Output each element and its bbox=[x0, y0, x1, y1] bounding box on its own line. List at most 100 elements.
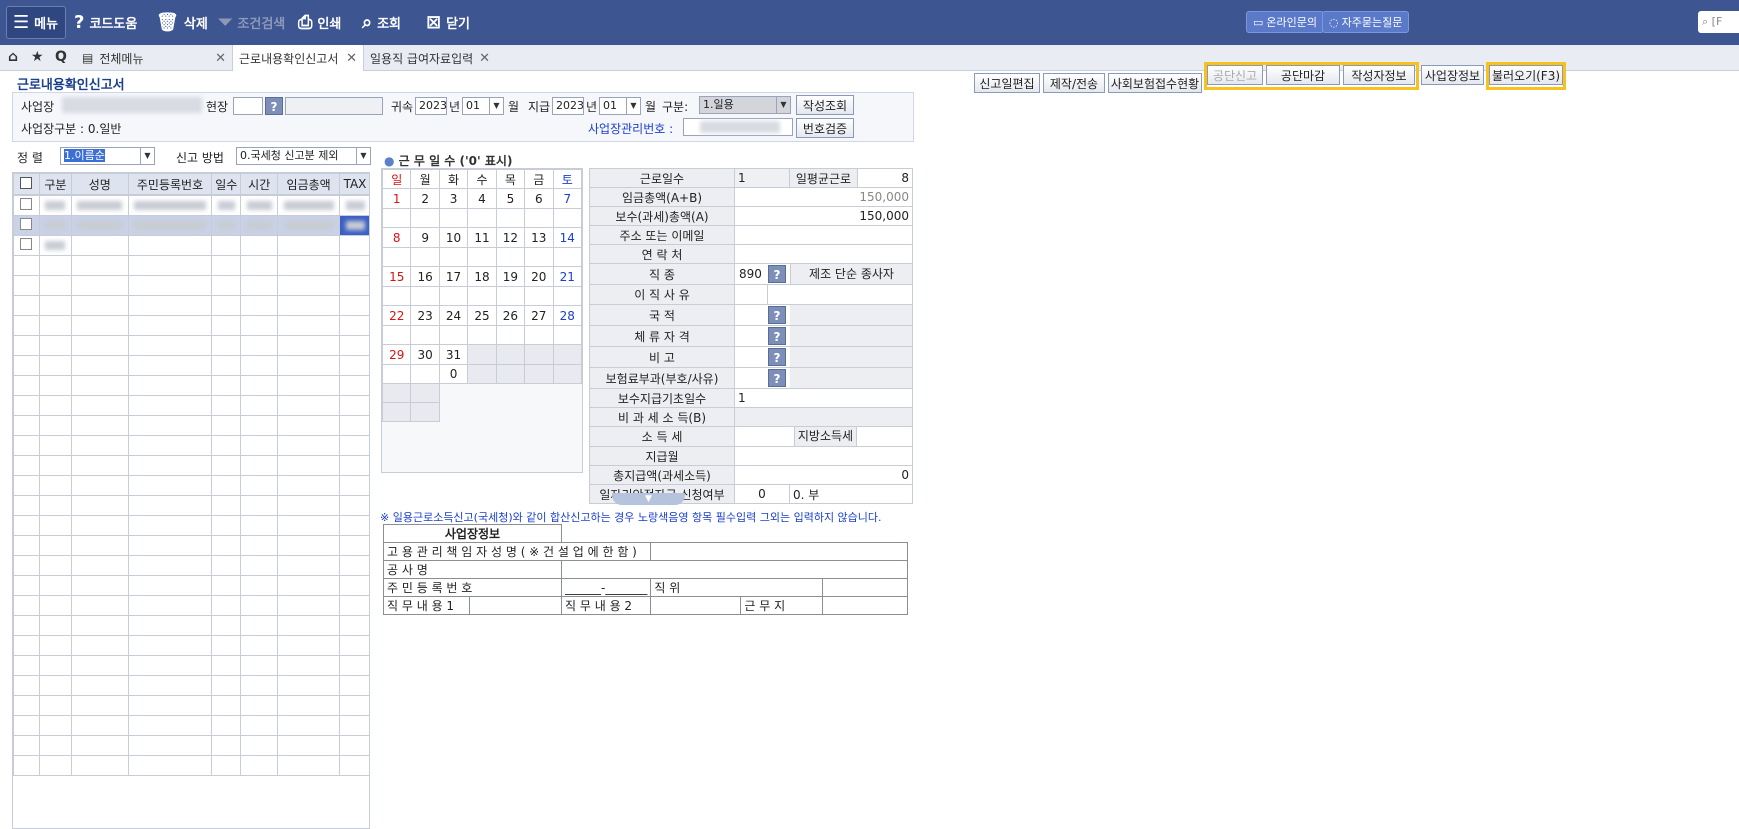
day-work-input[interactable] bbox=[410, 208, 440, 228]
table-row[interactable] bbox=[13, 715, 369, 736]
attr-year-input[interactable]: 2023 bbox=[415, 97, 447, 115]
condition-search-button[interactable]: ⏷ 조건검색 bbox=[218, 8, 285, 36]
close-icon[interactable]: ✕ bbox=[346, 51, 357, 66]
biz-name-field[interactable] bbox=[62, 97, 202, 113]
close-icon[interactable]: ✕ bbox=[479, 51, 490, 66]
star-icon[interactable]: ★ bbox=[31, 49, 44, 65]
table-row[interactable] bbox=[13, 455, 369, 476]
insurance-lookup-button[interactable]: ? bbox=[768, 369, 786, 387]
day-work-input[interactable] bbox=[410, 247, 440, 267]
home-icon[interactable]: ⌂ bbox=[8, 49, 18, 65]
load-button[interactable]: 불러오기(F3) bbox=[1489, 65, 1563, 85]
table-row[interactable] bbox=[13, 255, 369, 276]
day-work-input[interactable] bbox=[552, 325, 583, 345]
code-help-button[interactable]: ? 코드도움 bbox=[74, 8, 137, 36]
chevron-down-icon[interactable]: ▼ bbox=[626, 98, 640, 114]
faq-button[interactable]: ◌ 자주묻는질문 bbox=[1322, 11, 1410, 33]
position-input[interactable] bbox=[822, 578, 908, 597]
table-row[interactable] bbox=[13, 355, 369, 376]
table-row[interactable] bbox=[13, 755, 369, 776]
table-row[interactable] bbox=[13, 195, 369, 216]
writer-info-button[interactable]: 작성자정보 bbox=[1343, 65, 1415, 85]
duty1-input[interactable] bbox=[469, 596, 562, 615]
collapse-toggle[interactable]: ▼ bbox=[612, 493, 685, 505]
duty2-input[interactable] bbox=[650, 596, 742, 615]
table-row[interactable] bbox=[13, 435, 369, 456]
workplace-input[interactable] bbox=[822, 596, 908, 615]
table-row[interactable] bbox=[13, 475, 369, 496]
table-row[interactable] bbox=[13, 295, 369, 316]
note-lookup-button[interactable]: ? bbox=[768, 348, 786, 366]
row-checkbox[interactable] bbox=[20, 198, 33, 210]
online-inquiry-button[interactable]: ▭ 온라인문의 bbox=[1246, 11, 1325, 33]
kind-select[interactable]: 1.일용 ▼ bbox=[699, 96, 791, 114]
report-method-select[interactable]: 0.국세청 신고분 제외 ▼ bbox=[236, 147, 371, 165]
day-work-input[interactable] bbox=[381, 364, 412, 384]
table-row[interactable] bbox=[13, 615, 369, 636]
table-row[interactable] bbox=[13, 375, 369, 396]
day-work-input[interactable] bbox=[524, 286, 554, 306]
day-work-input[interactable] bbox=[467, 364, 497, 384]
day-work-input[interactable] bbox=[495, 364, 526, 384]
day-work-input[interactable] bbox=[552, 247, 583, 267]
day-work-input[interactable] bbox=[381, 208, 412, 228]
chevron-down-icon[interactable]: ▼ bbox=[776, 97, 790, 113]
day-work-input[interactable] bbox=[495, 247, 526, 267]
chevron-down-icon[interactable]: ▼ bbox=[489, 98, 503, 114]
day-work-input[interactable]: 0 bbox=[438, 364, 469, 384]
table-row[interactable] bbox=[13, 275, 369, 296]
day-work-input[interactable] bbox=[467, 208, 497, 228]
print-button[interactable]: ⎙ 인쇄 bbox=[298, 8, 341, 36]
subsidy-code-input[interactable]: 0 bbox=[734, 484, 790, 504]
day-work-input[interactable] bbox=[467, 247, 497, 267]
table-row[interactable] bbox=[13, 635, 369, 656]
insurance-status-button[interactable]: 사회보험접수현황 bbox=[1108, 73, 1202, 93]
contact-input[interactable] bbox=[734, 244, 913, 264]
day-work-input[interactable] bbox=[438, 286, 469, 306]
attr-month-select[interactable]: 01 ▼ bbox=[462, 97, 504, 115]
day-work-input[interactable] bbox=[438, 247, 469, 267]
job-lookup-button[interactable]: ? bbox=[768, 265, 786, 283]
write-query-button[interactable]: 작성조회 bbox=[796, 95, 854, 115]
table-row[interactable] bbox=[13, 395, 369, 416]
day-work-input[interactable] bbox=[495, 325, 526, 345]
table-row[interactable] bbox=[13, 655, 369, 676]
table-row[interactable] bbox=[13, 575, 369, 596]
day-work-input[interactable] bbox=[524, 325, 554, 345]
site-lookup-button[interactable]: ? bbox=[265, 97, 283, 115]
select-all-checkbox[interactable] bbox=[13, 173, 40, 195]
row-checkbox[interactable] bbox=[20, 238, 33, 250]
table-row[interactable] bbox=[13, 675, 369, 696]
avg-hours-value[interactable]: 8 bbox=[857, 168, 913, 188]
day-work-input[interactable] bbox=[381, 325, 412, 345]
verify-number-button[interactable]: 번호검증 bbox=[796, 118, 854, 138]
table-row[interactable] bbox=[13, 415, 369, 436]
work-days-value[interactable]: 1 bbox=[734, 168, 790, 188]
menu-button[interactable]: ☰ 메뉴 bbox=[6, 6, 66, 39]
tab-all-menu[interactable]: ▤ 전체메뉴 ✕ bbox=[76, 45, 232, 71]
day-work-input[interactable] bbox=[467, 325, 497, 345]
tab-labor-report[interactable]: 근로내용확인신고서 ✕ bbox=[232, 45, 364, 71]
close-button[interactable]: ⊠ 닫기 bbox=[426, 8, 470, 36]
row-checkbox[interactable] bbox=[20, 218, 33, 230]
table-row[interactable] bbox=[13, 535, 369, 556]
pay-year-input[interactable]: 2023 bbox=[552, 97, 584, 115]
table-row[interactable] bbox=[13, 335, 369, 356]
job-code-input[interactable]: 890 bbox=[735, 267, 768, 281]
day-work-input[interactable] bbox=[381, 286, 412, 306]
day-work-input[interactable] bbox=[524, 364, 554, 384]
day-work-input[interactable] bbox=[410, 364, 440, 384]
table-row[interactable] bbox=[13, 595, 369, 616]
leave-reason-cell[interactable] bbox=[734, 284, 913, 305]
day-work-input[interactable] bbox=[438, 208, 469, 228]
business-info-button[interactable]: 사업장정보 bbox=[1421, 65, 1484, 85]
delete-button[interactable]: 🗑 삭제 bbox=[156, 8, 208, 36]
stay-lookup-button[interactable]: ? bbox=[768, 327, 786, 345]
day-work-input[interactable] bbox=[552, 208, 583, 228]
day-work-input[interactable] bbox=[552, 364, 583, 384]
table-row[interactable] bbox=[13, 495, 369, 516]
search-icon[interactable]: Q bbox=[55, 49, 67, 65]
day-work-input[interactable] bbox=[495, 286, 526, 306]
day-work-input[interactable] bbox=[410, 286, 440, 306]
total-pay-value[interactable]: 0 bbox=[734, 465, 913, 485]
